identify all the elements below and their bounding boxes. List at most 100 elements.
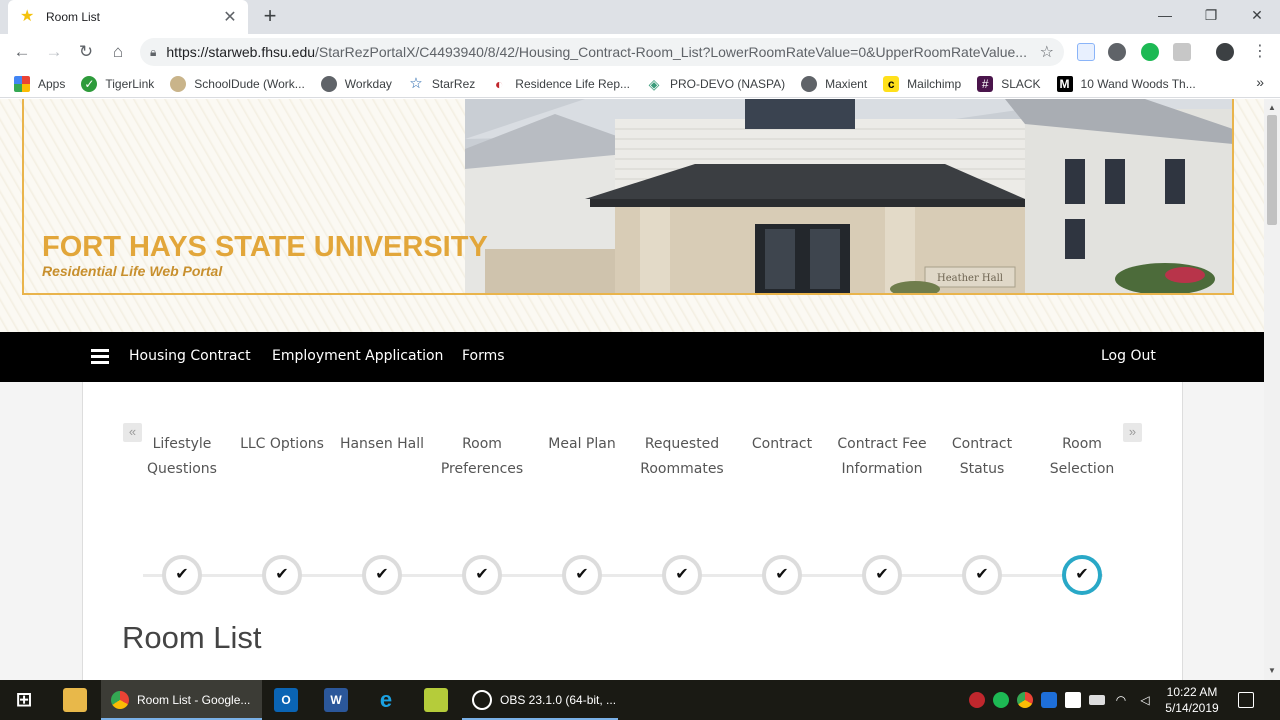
back-button[interactable]: ← xyxy=(10,40,34,64)
grammarly-tray-icon[interactable] xyxy=(993,692,1009,708)
nav-forms[interactable]: Forms xyxy=(462,348,505,364)
address-bar[interactable]: 🔒︎ https://starweb.fhsu.edu/StarRezPorta… xyxy=(140,38,1064,66)
taskbar-app-chrome[interactable]: Room List - Google... xyxy=(101,680,262,720)
close-window-button[interactable]: ✕ xyxy=(1234,0,1280,30)
tray-app-icon[interactable] xyxy=(969,692,985,708)
step-complete-check-icon[interactable]: ✔ xyxy=(762,555,802,595)
clock-date: 5/14/2019 xyxy=(1165,701,1219,715)
windows-start-icon[interactable]: ⊞ xyxy=(12,688,36,712)
step-label-meal-plan[interactable]: Meal Plan xyxy=(532,432,632,457)
bookmark-wand-woods[interactable]: M 10 Wand Woods Th... xyxy=(1056,75,1196,92)
scroll-up-arrow-icon[interactable]: ▲ xyxy=(1264,101,1280,115)
bookmark-tigerlink[interactable]: ✓ TigerLink xyxy=(81,75,155,92)
bookmark-mailchimp[interactable]: c Mailchimp xyxy=(883,75,962,92)
nav-employment-application[interactable]: Employment Application xyxy=(272,348,443,364)
bookmark-workday[interactable]: Workday xyxy=(320,75,392,92)
grammarly-extension-icon[interactable] xyxy=(1141,43,1159,61)
bookmark-schooldude[interactable]: SchoolDude (Work... xyxy=(170,75,305,92)
log-out-link[interactable]: Log Out xyxy=(1101,348,1156,364)
tab-title: Room List xyxy=(46,10,101,24)
chrome-menu-icon[interactable]: ⋮ xyxy=(1248,40,1272,64)
people-extension-icon[interactable] xyxy=(1108,43,1126,61)
bookmark-residence-life[interactable]: ◐ Residence Life Rep... xyxy=(491,76,630,92)
taskbar-app-obs[interactable]: OBS 23.1.0 (64-bit, ... xyxy=(462,680,618,720)
step-label-room-selection[interactable]: Room Selection xyxy=(1032,432,1132,482)
bookmark-label: SchoolDude (Work... xyxy=(194,76,305,91)
chrome-tray-icon[interactable] xyxy=(1017,692,1033,708)
shield-tray-icon[interactable] xyxy=(1065,692,1081,708)
star-icon: ☆ xyxy=(409,74,423,92)
bookmark-label: Apps xyxy=(38,76,66,91)
step-label-requested-roommates[interactable]: Requested Roommates xyxy=(632,432,732,482)
step-label-hansen-hall[interactable]: Hansen Hall xyxy=(332,432,432,457)
scrollbar-thumb[interactable] xyxy=(1267,115,1277,225)
step-label-contract-status[interactable]: Contract Status xyxy=(932,432,1032,482)
url-text[interactable]: https://starweb.fhsu.edu/StarRezPortalX/… xyxy=(166,44,1033,60)
profile-avatar-icon[interactable] xyxy=(1216,43,1234,61)
extension-icon[interactable] xyxy=(1173,43,1191,61)
page-scrollbar[interactable]: ▲ ▼ xyxy=(1264,99,1280,680)
nav-housing-contract[interactable]: Housing Contract xyxy=(129,348,251,364)
more-bookmarks-chevron-icon[interactable]: » xyxy=(1256,74,1264,90)
bookmark-label: TigerLink xyxy=(105,76,155,91)
step-complete-check-icon[interactable]: ✔ xyxy=(662,555,702,595)
security-tray-icon[interactable] xyxy=(1041,692,1057,708)
diamond-icon: ◈ xyxy=(648,75,660,92)
browser-tab-strip: ★ Room List ✕ + — ❐ ✕ xyxy=(0,0,1280,34)
step-label-room-preferences[interactable]: Room Preferences xyxy=(432,432,532,482)
windows-taskbar: ⊞ Room List - Google... O W e OBS 23.1.0… xyxy=(0,680,1280,720)
restore-window-button[interactable]: ❐ xyxy=(1188,0,1234,30)
wifi-icon[interactable]: ◠ xyxy=(1113,692,1129,708)
step-complete-check-icon[interactable]: ✔ xyxy=(562,555,602,595)
step-active-check-icon[interactable]: ✔ xyxy=(1062,555,1102,595)
bookmark-label: PRO-DEVO (NASPA) xyxy=(670,76,786,91)
step-complete-check-icon[interactable]: ✔ xyxy=(962,555,1002,595)
step-complete-check-icon[interactable]: ✔ xyxy=(262,555,302,595)
slack-icon: # xyxy=(977,75,994,92)
close-tab-icon[interactable]: ✕ xyxy=(222,7,238,27)
outlook-icon[interactable]: O xyxy=(274,688,298,712)
bookmark-label: SLACK xyxy=(1001,76,1041,91)
browser-tab[interactable]: ★ Room List ✕ xyxy=(8,0,248,34)
home-button[interactable]: ⌂ xyxy=(106,40,130,64)
word-icon[interactable]: W xyxy=(324,688,348,712)
internet-explorer-icon[interactable]: e xyxy=(374,688,398,712)
reload-button[interactable]: ↻ xyxy=(74,40,98,64)
step-label-contract[interactable]: Contract xyxy=(732,432,832,457)
step-complete-check-icon[interactable]: ✔ xyxy=(362,555,402,595)
url-host: https://starweb.fhsu.edu xyxy=(166,44,316,60)
scroll-down-arrow-icon[interactable]: ▼ xyxy=(1264,664,1280,678)
step-complete-check-icon[interactable]: ✔ xyxy=(462,555,502,595)
system-clock[interactable]: 10:22 AM 5/14/2019 xyxy=(1160,684,1224,716)
bookmark-label: Mailchimp xyxy=(907,76,962,91)
bookmark-label: 10 Wand Woods Th... xyxy=(1080,76,1196,91)
step-complete-check-icon[interactable]: ✔ xyxy=(162,555,202,595)
file-explorer-icon[interactable] xyxy=(63,688,87,712)
new-tab-button[interactable]: + xyxy=(258,4,282,28)
bookmark-pro-devo[interactable]: ◈ PRO-DEVO (NASPA) xyxy=(646,75,786,92)
schooldude-icon xyxy=(170,75,187,92)
docs-extension-icon[interactable] xyxy=(1077,43,1095,61)
bookmark-star-icon[interactable]: ☆ xyxy=(1040,42,1054,62)
notes-app-icon[interactable] xyxy=(424,688,448,712)
bookmark-slack[interactable]: # SLACK xyxy=(977,75,1041,92)
notifications-icon[interactable] xyxy=(1238,692,1254,708)
forward-button[interactable]: → xyxy=(42,40,66,64)
bookmark-starrez[interactable]: ☆ StarRez xyxy=(408,74,475,92)
bookmark-apps[interactable]: Apps xyxy=(14,75,66,92)
minimize-window-button[interactable]: — xyxy=(1142,0,1188,30)
clock-time: 10:22 AM xyxy=(1166,685,1218,699)
portal-subtitle: Residential Life Web Portal xyxy=(42,263,223,279)
hamburger-menu-icon[interactable] xyxy=(91,349,109,365)
step-label-contract-fee-information[interactable]: Contract Fee Information xyxy=(832,432,932,482)
volume-icon[interactable]: ◁ xyxy=(1137,692,1153,708)
step-label-lifestyle-questions[interactable]: Lifestyle Questions xyxy=(132,432,232,482)
bookmark-maxient[interactable]: Maxient xyxy=(801,75,867,92)
step-label-llc-options[interactable]: LLC Options xyxy=(232,432,332,457)
main-navigation: Housing Contract Employment Application … xyxy=(0,332,1264,382)
obs-icon xyxy=(472,690,492,710)
tigerlink-icon: ✓ xyxy=(81,75,98,92)
battery-icon[interactable] xyxy=(1089,695,1105,705)
page-title: Room List xyxy=(122,620,262,655)
step-complete-check-icon[interactable]: ✔ xyxy=(862,555,902,595)
